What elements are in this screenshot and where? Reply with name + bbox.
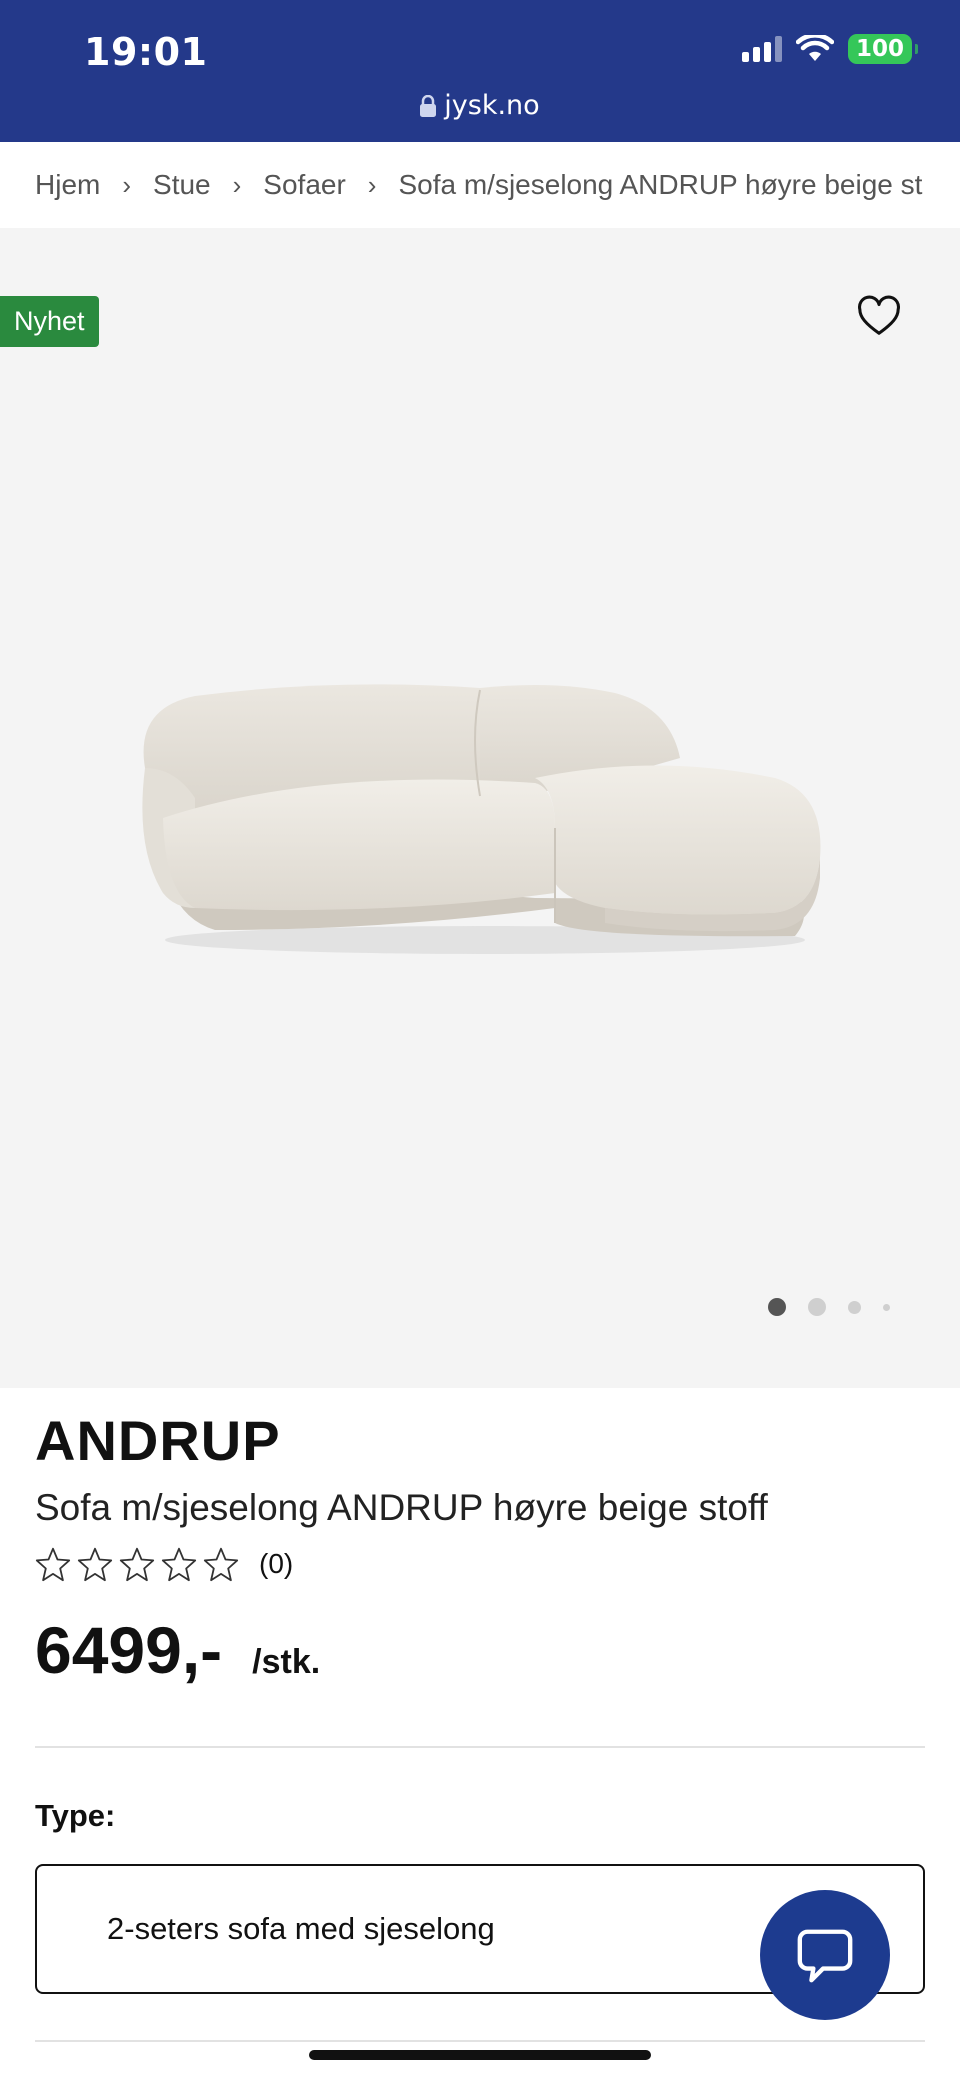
price: 6499,- xyxy=(35,1613,223,1687)
product-brand: ANDRUP xyxy=(35,1409,281,1472)
breadcrumb-home[interactable]: Hjem xyxy=(35,169,100,201)
lock-icon xyxy=(420,95,437,117)
url-text: jysk.no xyxy=(444,90,540,121)
cellular-signal-icon xyxy=(741,36,782,62)
product-gallery[interactable]: Nyhet xyxy=(0,228,960,1388)
clock: 19:01 xyxy=(84,30,208,74)
pagination-dot[interactable] xyxy=(848,1300,861,1314)
star-empty-icon xyxy=(119,1547,155,1582)
price-unit: /stk. xyxy=(252,1643,321,1681)
pagination-dot[interactable] xyxy=(808,1298,826,1316)
star-empty-icon xyxy=(161,1547,197,1582)
star-empty-icon xyxy=(35,1547,71,1582)
system-icons: 100 xyxy=(741,34,919,64)
star-empty-icon xyxy=(77,1547,113,1582)
new-badge: Nyhet xyxy=(0,296,99,347)
chevron-right-icon: › xyxy=(122,169,132,200)
divider xyxy=(35,2040,925,2042)
breadcrumb: Hjem › Stue › Sofaer › Sofa m/sjeselong … xyxy=(35,142,960,228)
gallery-pagination[interactable] xyxy=(768,1298,890,1316)
pagination-dot[interactable] xyxy=(883,1303,890,1311)
wifi-icon xyxy=(795,35,834,61)
status-bar: 19:01 100 jysk.no xyxy=(0,0,960,142)
battery-icon: 100 xyxy=(847,34,919,64)
breadcrumb-current: Sofa m/sjeselong ANDRUP høyre beige st xyxy=(398,169,923,200)
heart-icon[interactable] xyxy=(856,294,902,340)
breadcrumb-sofaer[interactable]: Sofaer xyxy=(263,169,346,201)
divider xyxy=(35,1746,925,1748)
product-image xyxy=(142,684,821,954)
price-row: 6499,- /stk. xyxy=(35,1612,320,1688)
chat-button[interactable] xyxy=(760,1890,890,2020)
product-title: Sofa m/sjeselong ANDRUP høyre beige stof… xyxy=(35,1487,768,1528)
review-count[interactable]: (0) xyxy=(259,1548,293,1580)
chevron-right-icon: › xyxy=(367,169,377,200)
type-label: Type: xyxy=(35,1798,116,1833)
chat-bubble-icon xyxy=(797,1929,853,1983)
chevron-right-icon: › xyxy=(232,169,242,200)
address-bar[interactable]: jysk.no xyxy=(0,90,960,121)
type-select-value: 2-seters sofa med sjeselong xyxy=(107,1911,495,1946)
pagination-dot-active[interactable] xyxy=(768,1298,786,1316)
home-indicator xyxy=(309,2050,651,2060)
star-empty-icon xyxy=(203,1547,239,1582)
breadcrumb-stue[interactable]: Stue xyxy=(153,169,211,201)
rating[interactable]: (0) xyxy=(35,1546,293,1582)
